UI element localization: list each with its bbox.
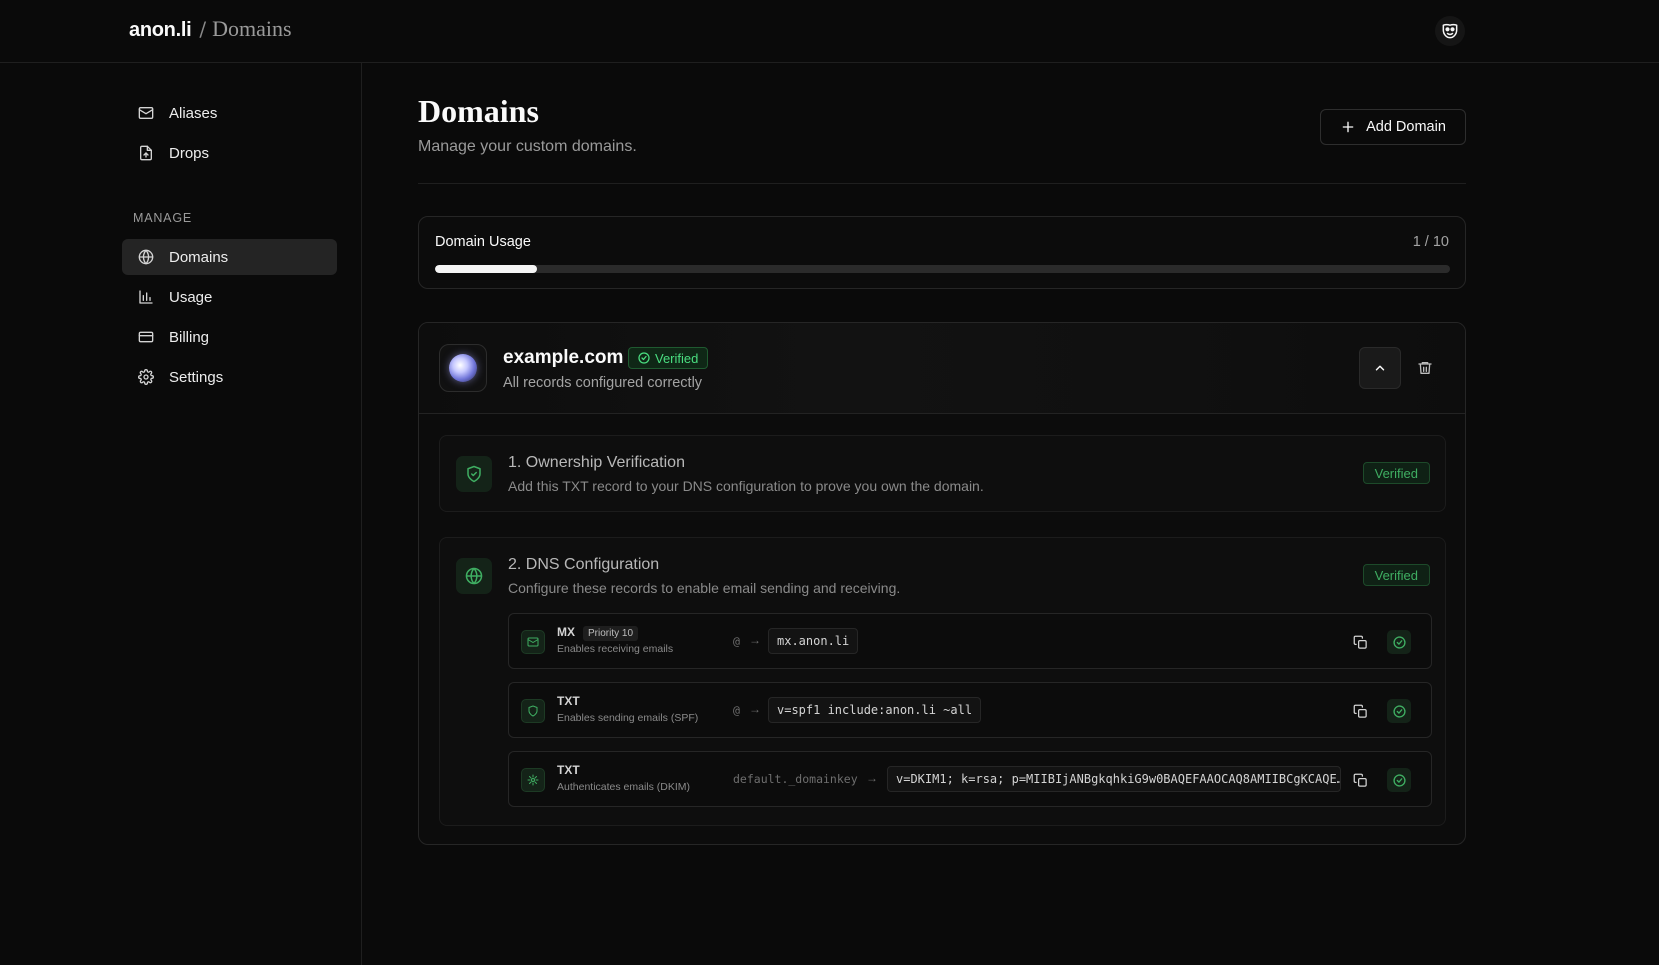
file-upload-icon	[138, 145, 154, 161]
divider	[418, 183, 1466, 184]
copy-button[interactable]	[1348, 630, 1372, 654]
record-verified-indicator	[1387, 768, 1411, 792]
arrow-right-icon: →	[866, 771, 878, 785]
record-description: Enables receiving emails	[557, 643, 674, 655]
top-bar: anon.li / Domains	[0, 0, 1659, 63]
check-circle-icon	[1392, 635, 1406, 649]
arrow-right-icon: →	[749, 633, 761, 647]
step-status-badge: Verified	[1362, 564, 1430, 586]
domain-card-header: example.com Verified All records configu…	[419, 323, 1465, 414]
record-verified-indicator	[1387, 630, 1411, 654]
copy-icon	[1353, 704, 1367, 718]
usage-progress-fill	[435, 265, 537, 273]
usage-count: 1 / 10	[1412, 234, 1449, 250]
dns-record-mx: MX Priority 10 Enables receiving emails …	[508, 613, 1432, 669]
usage-label: Domain Usage	[435, 234, 531, 250]
shield-icon	[521, 699, 545, 723]
dns-record-txt-dkim: TXT Authenticates emails (DKIM) default.…	[508, 751, 1432, 807]
collapse-button[interactable]	[1359, 347, 1401, 389]
copy-button[interactable]	[1348, 699, 1372, 723]
gear-icon	[138, 369, 154, 385]
status-badge: Verified	[628, 347, 709, 369]
breadcrumb: anon.li / Domains	[129, 16, 292, 42]
sidebar-item-aliases[interactable]: Aliases	[122, 95, 337, 131]
sidebar-item-label: Drops	[169, 144, 210, 162]
record-value[interactable]: mx.anon.li	[768, 628, 859, 654]
dns-record-txt-spf: TXT Enables sending emails (SPF) @ → v=s…	[508, 682, 1432, 738]
shield-check-icon	[456, 456, 492, 492]
brand-logo-text[interactable]: anon.li	[129, 19, 192, 42]
sidebar-section-label: MANAGE	[133, 211, 192, 225]
mail-icon	[521, 630, 545, 654]
record-host: @	[733, 703, 740, 717]
plus-icon	[1342, 121, 1354, 133]
sidebar-item-label: Domains	[169, 248, 229, 266]
check-circle-icon	[1392, 773, 1406, 787]
record-verified-indicator	[1387, 699, 1411, 723]
sidebar-item-settings[interactable]: Settings	[122, 359, 337, 395]
sidebar-item-label: Aliases	[169, 104, 218, 122]
user-avatar[interactable]	[1435, 16, 1465, 46]
record-host: default._domainkey	[733, 772, 858, 786]
breadcrumb-separator: /	[199, 17, 207, 41]
domain-name: example.com	[503, 347, 624, 368]
status-badge-label: Verified	[655, 350, 699, 366]
record-type: TXT	[557, 763, 580, 777]
trash-icon	[1418, 362, 1432, 374]
sidebar-item-usage[interactable]: Usage	[122, 279, 337, 315]
record-priority-badge: Priority 10	[583, 626, 639, 641]
sidebar-item-billing[interactable]: Billing	[122, 319, 337, 355]
arrow-right-icon: →	[749, 702, 761, 716]
domain-globe-icon	[439, 344, 487, 392]
step-description: Add this TXT record to your DNS configur…	[508, 478, 984, 494]
dns-configuration-step: 2. DNS Configuration Configure these rec…	[439, 537, 1446, 826]
credit-card-icon	[138, 329, 154, 345]
copy-icon	[1353, 635, 1367, 649]
record-host: @	[733, 634, 740, 648]
bar-chart-icon	[138, 289, 154, 305]
domain-status-description: All records configured correctly	[503, 375, 703, 391]
sidebar-item-domains[interactable]: Domains	[122, 239, 337, 275]
record-description: Authenticates emails (DKIM)	[557, 781, 691, 793]
record-description: Enables sending emails (SPF)	[557, 712, 699, 724]
page-subtitle: Manage your custom domains.	[418, 138, 637, 155]
copy-button[interactable]	[1348, 768, 1372, 792]
sidebar: Aliases Drops MANAGE Domains Usage Billi…	[0, 63, 362, 965]
globe-icon	[456, 558, 492, 594]
record-type: TXT	[557, 694, 580, 708]
globe-icon	[138, 249, 154, 265]
sidebar-item-drops[interactable]: Drops	[122, 135, 337, 171]
sidebar-item-label: Settings	[169, 368, 224, 386]
sidebar-item-label: Billing	[169, 328, 210, 346]
chevron-up-icon	[1375, 365, 1385, 371]
delete-domain-button[interactable]	[1415, 358, 1435, 378]
step-status-badge: Verified	[1362, 462, 1430, 484]
domain-usage-card: Domain Usage 1 / 10	[418, 216, 1466, 289]
page-title: Domains	[418, 93, 539, 129]
add-domain-label: Add Domain	[1366, 119, 1446, 135]
usage-progress-bar	[435, 265, 1450, 273]
check-circle-icon	[1392, 704, 1406, 718]
check-circle-icon	[638, 352, 650, 364]
record-value[interactable]: v=spf1 include:anon.li ~all	[768, 697, 982, 723]
domain-card: example.com Verified All records configu…	[418, 322, 1466, 845]
mask-icon	[1442, 23, 1458, 39]
ownership-verification-step: 1. Ownership Verification Add this TXT r…	[439, 435, 1446, 512]
breadcrumb-current-page: Domains	[212, 16, 292, 41]
add-domain-button[interactable]: Add Domain	[1320, 109, 1466, 145]
copy-icon	[1353, 773, 1367, 787]
record-type: MX	[557, 625, 575, 639]
record-value[interactable]: v=DKIM1; k=rsa; p=MIIBIjANBgkqhkiG9w0BAQ…	[887, 766, 1341, 792]
step-title: 2. DNS Configuration	[508, 556, 660, 573]
step-description: Configure these records to enable email …	[508, 580, 901, 596]
key-icon	[521, 768, 545, 792]
step-title: 1. Ownership Verification	[508, 454, 685, 471]
mail-icon	[138, 105, 154, 121]
sidebar-item-label: Usage	[169, 288, 213, 306]
